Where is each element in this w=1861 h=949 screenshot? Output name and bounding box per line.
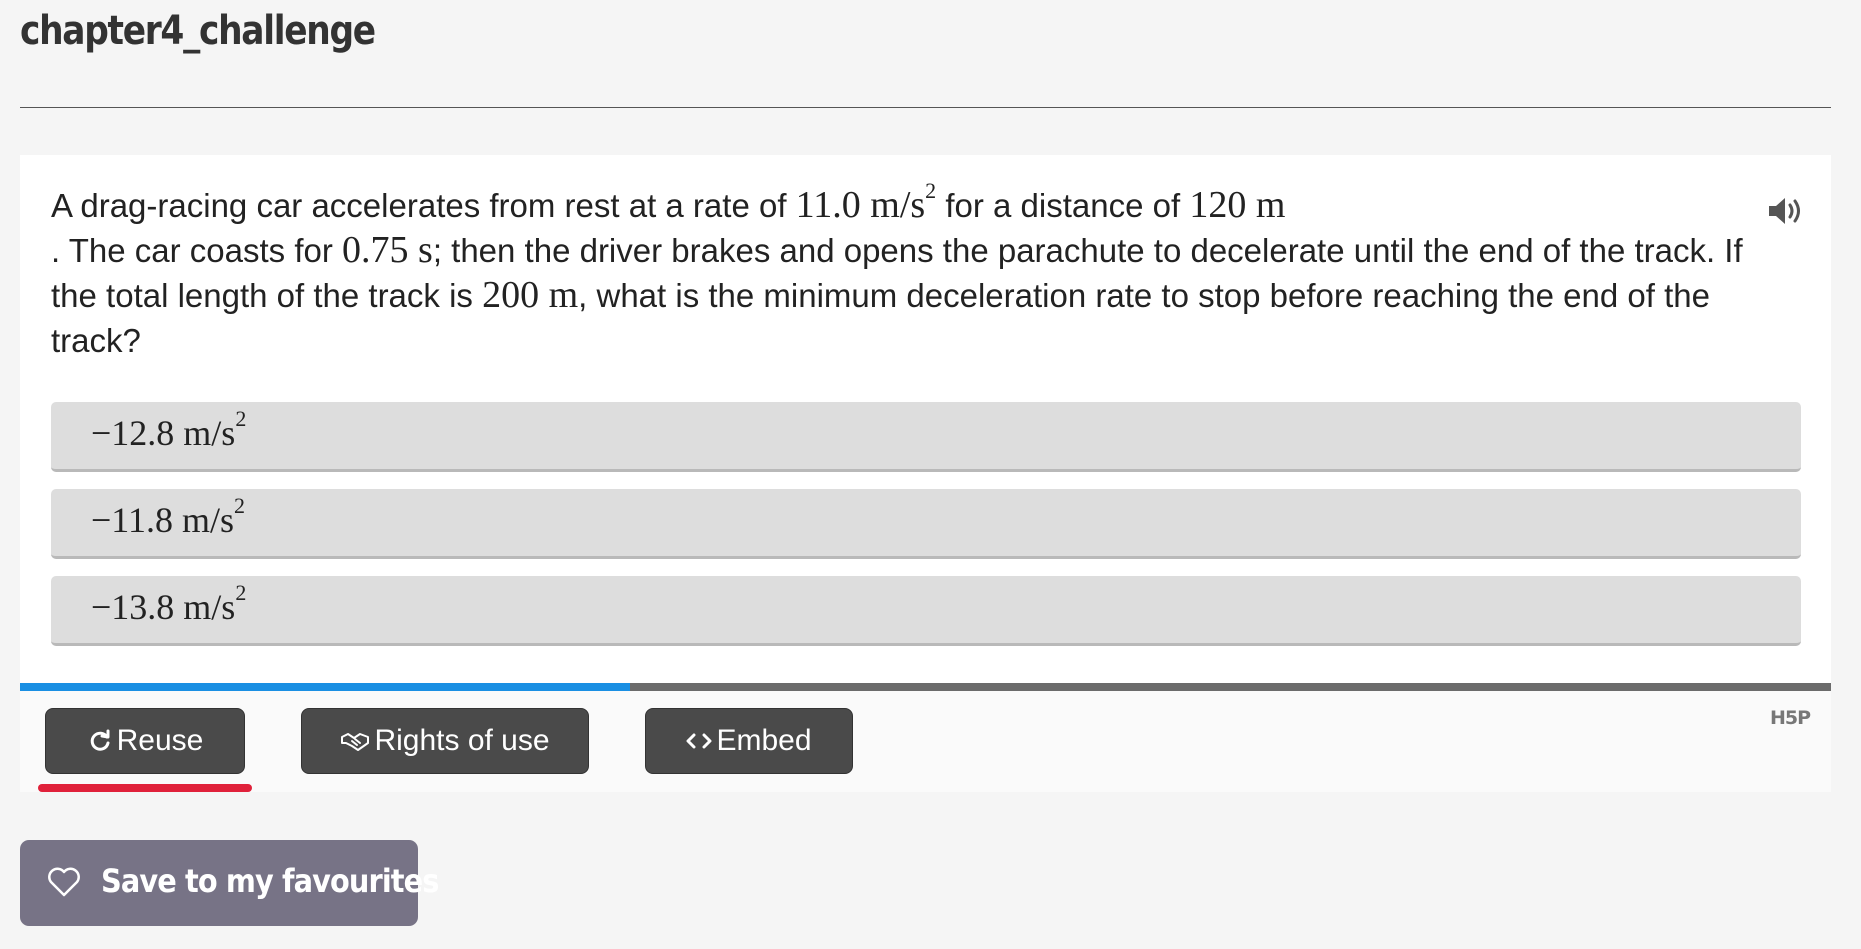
save-to-favourites-label: Save to my favourites bbox=[101, 862, 439, 900]
reuse-label: Reuse bbox=[116, 724, 204, 757]
save-to-favourites-button[interactable]: Save to my favourites bbox=[20, 840, 439, 926]
handshake-icon bbox=[340, 729, 370, 753]
title-divider bbox=[20, 107, 1831, 108]
question-text: A drag-racing car accelerates from rest … bbox=[51, 178, 1751, 363]
question-text-part: . The car coasts for bbox=[51, 232, 343, 269]
answer-option[interactable]: −13.8 m/s2 bbox=[51, 576, 1801, 646]
read-aloud-speaker-icon[interactable] bbox=[1765, 195, 1805, 227]
embed-label: Embed bbox=[716, 724, 812, 757]
heart-icon bbox=[47, 867, 81, 902]
answer-label: −13.8 m/s2 bbox=[91, 580, 247, 628]
code-icon bbox=[686, 731, 712, 751]
progress-bar-fill bbox=[20, 683, 631, 691]
rights-of-use-button[interactable]: Rights of use bbox=[301, 708, 589, 774]
question-text-part: for a distance of bbox=[936, 187, 1190, 224]
answer-option[interactable]: −11.8 m/s2 bbox=[51, 489, 1801, 559]
h5p-logo[interactable]: H5P bbox=[1770, 707, 1811, 729]
math-distance: 120 m bbox=[1189, 184, 1286, 226]
h5p-content: A drag-racing car accelerates from rest … bbox=[20, 155, 1831, 792]
math-acceleration: 11.0 m/s2 bbox=[795, 178, 937, 226]
math-track-length: 200 m bbox=[482, 274, 579, 316]
answer-label: −12.8 m/s2 bbox=[91, 406, 247, 454]
rights-of-use-label: Rights of use bbox=[374, 724, 550, 757]
active-indicator bbox=[38, 784, 252, 792]
reuse-button[interactable]: Reuse bbox=[45, 708, 245, 774]
progress-bar bbox=[20, 683, 1831, 691]
h5p-actions-bar: Reuse Rights of use Embed H5P bbox=[20, 691, 1831, 792]
refresh-icon bbox=[87, 728, 113, 754]
answer-option[interactable]: −12.8 m/s2 bbox=[51, 402, 1801, 472]
math-time: 0.75 s bbox=[342, 229, 433, 271]
embed-button[interactable]: Embed bbox=[645, 708, 853, 774]
question-text-part: A drag-racing car accelerates from rest … bbox=[51, 187, 796, 224]
page-title: chapter4_challenge bbox=[20, 8, 376, 54]
answer-label: −11.8 m/s2 bbox=[91, 493, 245, 541]
